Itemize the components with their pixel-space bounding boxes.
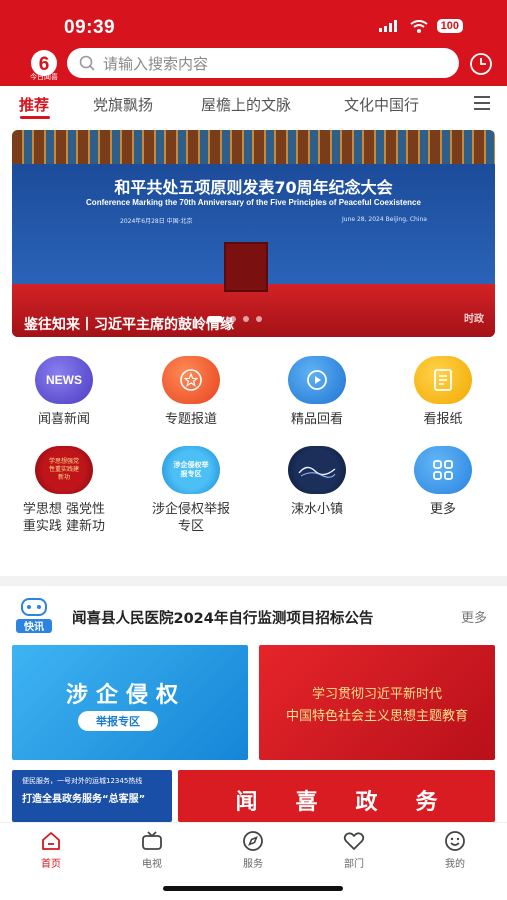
carousel-dot (230, 316, 236, 322)
sushui-town-badge-icon (288, 446, 346, 494)
nav-label: 首页 (41, 859, 61, 870)
nav-label: 部门 (344, 859, 364, 870)
study-thought-badge-icon: 学思想强党性重实践建新功 (35, 446, 93, 494)
svg-text:快讯: 快讯 (23, 620, 44, 633)
carousel-dot (207, 316, 223, 322)
tile-line: 打造全县政务服务“总客服” (22, 794, 146, 805)
grid-item-study-thought[interactable]: 学思想强党性重实践建新功 学思想 强党性 重实践 建新功 (14, 446, 114, 535)
promo-tile-12345-hotline[interactable]: 便民服务，一号对外的运城12345热线 打造全县政务服务“总客服” (12, 770, 172, 822)
app-logo-text: 今日闻喜 (30, 73, 58, 81)
battery-indicator: 100 (436, 19, 463, 33)
tab-culture-china[interactable]: 文化中国行 (344, 94, 419, 115)
tab-eaves-culture[interactable]: 屋檐上的文脉 (201, 94, 291, 115)
banner-watermark: 时政 (464, 314, 484, 325)
grid-label: 闻喜新闻 (37, 412, 90, 427)
nav-label: 服务 (243, 859, 263, 870)
tile-subtitle: 举报专区 (78, 711, 158, 731)
grid-item-replay[interactable]: 精品回看 (267, 356, 367, 428)
grid-label: 专题报道 (164, 412, 217, 427)
carousel-dots (207, 316, 262, 322)
tab-party-flag[interactable]: 党旗飘扬 (93, 94, 153, 115)
grid-label: 涑水小镇 (290, 502, 343, 517)
grid-item-report-zone[interactable]: 涉企侵权举报专区 涉企侵权举报专区 (141, 446, 241, 535)
podium-image (224, 242, 268, 292)
section-divider (0, 576, 507, 586)
star-badge-icon (162, 356, 220, 404)
history-clock-icon[interactable] (468, 51, 494, 77)
kuaixun-logo-icon: 快讯 (16, 598, 52, 633)
tv-icon (142, 831, 162, 850)
carousel-dot (256, 316, 262, 322)
banner-title: 和平共处五项原则发表70周年纪念大会 (114, 178, 393, 197)
tile-line: 便民服务，一号对外的运城12345热线 (22, 777, 143, 785)
home-icon (42, 832, 60, 850)
news-icon: NEWS (35, 356, 93, 404)
channel-tabs: 推荐 党旗飘扬 屋檐上的文脉 文化中国行 (0, 86, 507, 122)
grid-label: 看报纸 (423, 412, 463, 427)
nav-department[interactable]: 部门 (324, 829, 384, 870)
search-placeholder: 请输入搜索内容 (103, 54, 209, 73)
grid-label: 学思想 强党性 重实践 建新功 (22, 502, 106, 534)
grid-item-more[interactable]: 更多 (393, 446, 493, 518)
promo-tile-government-affairs[interactable]: 闻喜政务 (178, 770, 495, 822)
nav-mine[interactable]: 我的 (425, 829, 485, 870)
tab-recommend[interactable]: 推荐 (19, 94, 49, 115)
compass-icon (243, 831, 263, 851)
nav-label: 我的 (445, 859, 465, 870)
active-tab-indicator (20, 116, 50, 119)
tile-line: 中国特色社会主义思想主题教育 (285, 709, 468, 724)
grid-item-news[interactable]: NEWS 闻喜新闻 (14, 356, 114, 428)
search-icon (79, 55, 95, 71)
grid-label: 精品回看 (290, 412, 343, 427)
home-indicator (163, 886, 343, 891)
grid-label: 更多 (429, 502, 456, 517)
promo-tile-study-theme[interactable]: 学习贯彻习近平新时代 中国特色社会主义思想主题教育 (259, 645, 495, 760)
wifi-icon (410, 19, 428, 33)
nav-home[interactable]: 首页 (21, 829, 81, 870)
smiley-icon (445, 831, 465, 851)
tile-line: 学习贯彻习近平新时代 (311, 687, 442, 702)
carousel-dot (243, 316, 249, 322)
banner-subtitle: Conference Marking the 70th Anniversary … (86, 198, 421, 207)
kuaixun-more-link[interactable]: 更多 (461, 607, 487, 626)
apps-grid-icon (414, 446, 472, 494)
status-icons: 100 (378, 19, 463, 33)
banner-date-en: June 28, 2024 Beijing, China (342, 216, 427, 223)
heart-hands-icon (343, 832, 365, 850)
nav-tv[interactable]: 电视 (122, 829, 182, 870)
grid-item-special-report[interactable]: 专题报道 (141, 356, 241, 428)
status-time: 09:39 (64, 17, 116, 38)
banner-ceiling-decoration (12, 130, 495, 164)
kuaixun-headline[interactable]: 闻喜县人民医院2024年自行监测项目招标公告 (72, 607, 373, 628)
nav-service[interactable]: 服务 (223, 829, 283, 870)
channel-menu-icon[interactable] (474, 96, 490, 110)
banner-date-cn: 2024年6月28日 中国·北京 (120, 218, 193, 225)
search-bar[interactable]: 请输入搜索内容 (67, 48, 459, 78)
signal-icon (378, 20, 397, 32)
banner-caption: 鉴往知来丨习近平主席的鼓岭情缘 (24, 317, 234, 333)
grid-item-newspaper[interactable]: 看报纸 (393, 356, 493, 428)
replay-icon (288, 356, 346, 404)
nav-label: 电视 (142, 859, 162, 870)
report-zone-badge-icon: 涉企侵权举报专区 (162, 446, 220, 494)
grid-item-sushui-town[interactable]: 涑水小镇 (267, 446, 367, 518)
newspaper-icon (414, 356, 472, 404)
tile-title: 涉企侵权 (66, 683, 187, 708)
tile-title: 闻喜政务 (235, 790, 476, 815)
promo-tile-report-zone[interactable]: 涉企侵权 举报专区 (12, 645, 248, 760)
banner-carousel[interactable]: 和平共处五项原则发表70周年纪念大会 Conference Marking th… (12, 130, 495, 337)
grid-label: 涉企侵权举报专区 (151, 502, 230, 534)
